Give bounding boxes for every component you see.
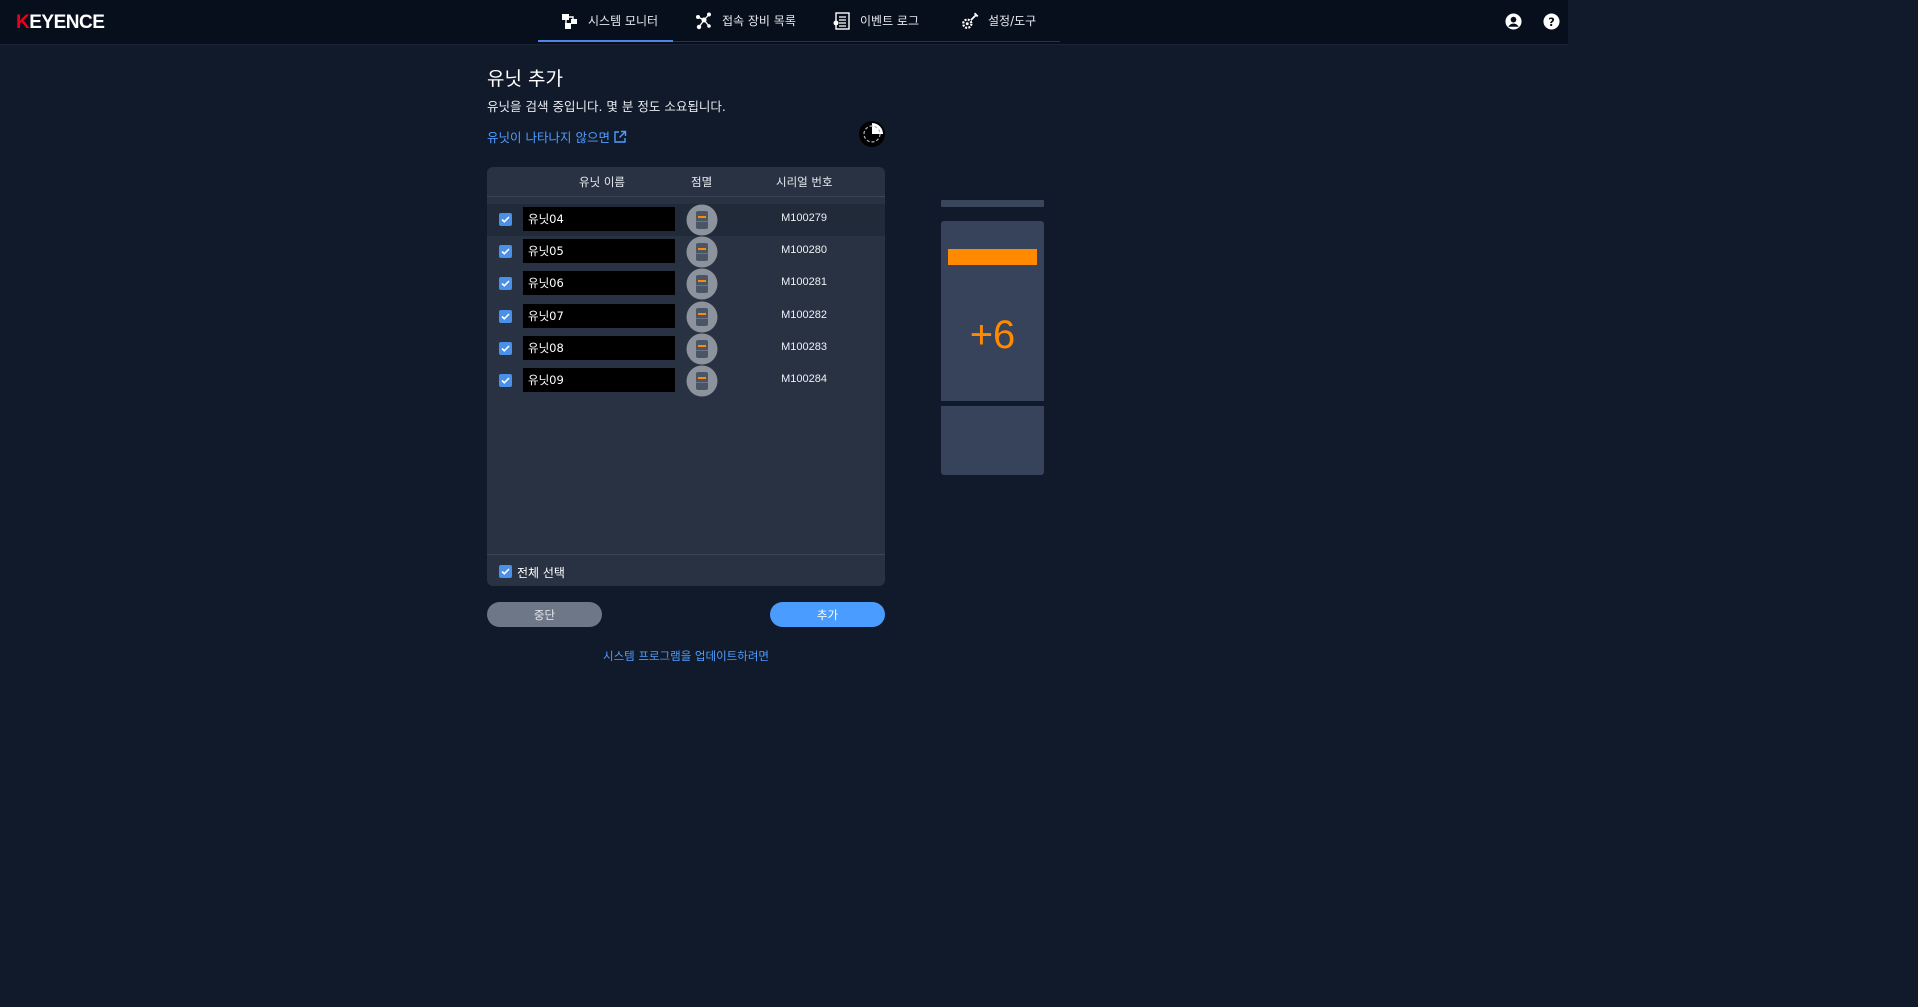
unit-name-input[interactable]: 유닛09 (523, 368, 675, 392)
unit-name-input[interactable]: 유닛04 (523, 207, 675, 231)
tab-system-monitor[interactable]: 시스템 모니터 (538, 0, 673, 42)
device-preview-top (941, 200, 1044, 207)
tab-settings-tools[interactable]: 설정/도구 (960, 0, 1036, 41)
device-indicator-bar (948, 249, 1037, 265)
unit-checkbox[interactable] (499, 374, 512, 387)
column-unit-name: 유닛 이름 (579, 175, 625, 189)
unit-checkbox[interactable] (499, 277, 512, 291)
blink-unit-icon[interactable] (686, 204, 718, 236)
table-row: 유닛08 M100283 (487, 333, 885, 365)
blink-unit-icon[interactable] (686, 301, 718, 333)
units-not-shown-link-label: 유닛이 나타나지 않으면 (487, 130, 610, 145)
unit-name-input[interactable]: 유닛05 (523, 239, 675, 264)
cancel-button[interactable]: 중단 (487, 602, 602, 627)
blink-unit-icon[interactable] (686, 365, 718, 397)
device-preview-bottom (941, 406, 1044, 475)
table-row: 유닛04 M100279 (487, 204, 885, 236)
search-status-text: 유닛을 검색 중입니다. 몇 분 정도 소요됩니다. (487, 99, 726, 114)
table-row: 유닛06 M100281 (487, 268, 885, 300)
external-link-icon (614, 130, 627, 143)
column-blink: 점멸 (691, 175, 713, 189)
tab-settings-tools-label: 설정/도구 (988, 14, 1037, 28)
unit-name-input[interactable]: 유닛07 (523, 303, 675, 328)
main-nav: 시스템 모니터 접속 장비 목록 이벤트 로그 설정/도구 (538, 0, 1060, 42)
unit-list-panel: 유닛 이름 점멸 시리얼 번호 유닛04 M100279 유닛05 M100280 유닛… (487, 167, 885, 586)
units-not-shown-link[interactable]: 유닛이 나타나지 않으면 (487, 127, 627, 146)
network-icon (696, 12, 711, 29)
unit-name-input[interactable]: 유닛08 (523, 335, 675, 360)
select-all-checkbox[interactable] (499, 565, 512, 578)
settings-tools-icon (962, 12, 979, 29)
unit-checkbox[interactable] (499, 309, 512, 323)
table-row: 유닛05 M100280 (487, 236, 885, 268)
page-title: 유닛 추가 (487, 68, 563, 90)
unit-serial-number: M100282 (781, 308, 827, 321)
unit-serial-number: M100284 (781, 373, 827, 385)
device-preview-body: +6 (941, 221, 1044, 401)
event-log-icon (833, 11, 850, 30)
keyence-logo: KEYENCE (16, 12, 105, 33)
tab-connected-devices-label: 접속 장비 목록 (722, 14, 796, 28)
update-system-program-link[interactable]: 시스템 프로그램을 업데이트하려면 (487, 648, 885, 664)
svg-text:?: ? (1548, 15, 1555, 29)
tab-event-log[interactable]: 이벤트 로그 (832, 0, 919, 41)
table-header: 유닛 이름 점멸 시리얼 번호 (487, 167, 885, 197)
blink-unit-icon[interactable] (686, 333, 718, 365)
unit-checkbox[interactable] (499, 341, 512, 355)
user-account-icon[interactable] (1505, 13, 1522, 30)
select-all-label: 전체 선택 (517, 566, 565, 580)
loading-spinner-icon (859, 121, 885, 147)
help-icon[interactable]: ? (1543, 13, 1560, 30)
tab-event-log-label: 이벤트 로그 (860, 14, 920, 28)
blink-unit-icon[interactable] (686, 236, 718, 268)
unit-name-input[interactable]: 유닛06 (523, 271, 675, 296)
table-row: 유닛07 M100282 (487, 301, 885, 333)
select-all-row: 전체 선택 (487, 554, 885, 586)
system-monitor-icon (562, 13, 577, 29)
unit-serial-number: M100281 (781, 276, 827, 289)
blink-unit-icon[interactable] (686, 268, 718, 300)
unit-checkbox[interactable] (499, 213, 512, 226)
add-button[interactable]: 추가 (770, 602, 885, 627)
added-unit-count: +6 (969, 313, 1016, 357)
tab-system-monitor-label: 시스템 모니터 (588, 14, 659, 28)
tab-connected-devices[interactable]: 접속 장비 목록 (694, 0, 796, 41)
top-bar: KEYENCE 시스템 모니터 접속 장비 목록 이벤트 로그 설정/도구 ? (0, 0, 1568, 45)
unit-serial-number: M100283 (781, 340, 827, 353)
column-serial-number: 시리얼 번호 (776, 175, 833, 189)
table-row: 유닛09 M100284 (487, 365, 885, 397)
unit-serial-number: M100279 (781, 212, 827, 224)
unit-serial-number: M100280 (781, 244, 827, 257)
unit-checkbox[interactable] (499, 245, 512, 259)
